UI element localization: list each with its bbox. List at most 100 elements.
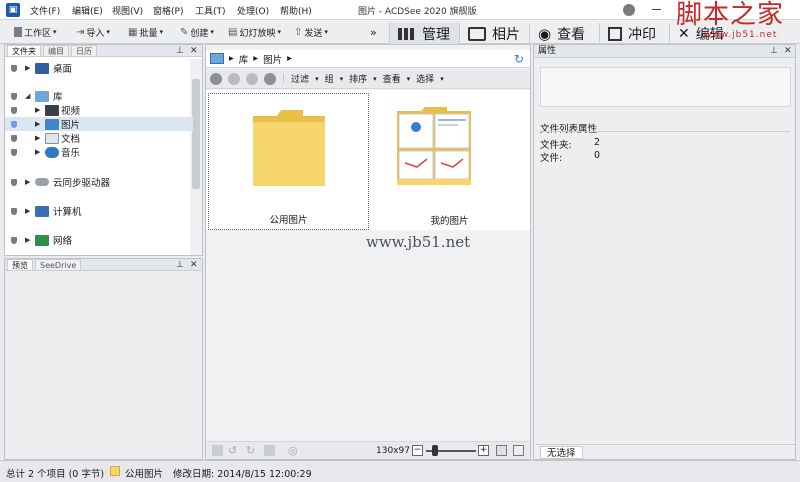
filter-bar: | 过滤 ▾ 组 ▾ 排序 ▾ 查看 ▾ 选择 ▾	[206, 69, 530, 89]
menu-view[interactable]: 视图(V)	[112, 4, 143, 17]
slideshow-button[interactable]: ▤ 幻灯放映 ▾	[228, 25, 281, 39]
zoom-out-icon[interactable]: −	[412, 445, 423, 456]
properties-title: 属性	[538, 46, 557, 56]
menu-process[interactable]: 处理(O)	[237, 4, 269, 17]
back-icon[interactable]	[228, 72, 240, 85]
tab-catalog[interactable]: 编目	[43, 45, 69, 56]
list-view-icon[interactable]	[513, 445, 524, 456]
refresh-icon[interactable]: ↻	[514, 52, 524, 66]
rotate-icon[interactable]	[212, 445, 223, 456]
expand-arrow-icon[interactable]: ▶	[25, 178, 30, 186]
tree-item-network[interactable]: ▶ 网络	[5, 233, 193, 247]
properties-preview-box	[540, 67, 791, 107]
pin-icon[interactable]: ⊥	[176, 46, 184, 56]
image-view-icon[interactable]	[496, 445, 507, 456]
documents-icon	[45, 132, 59, 144]
tab-develop[interactable]: 冲印	[599, 23, 669, 44]
tab-manage[interactable]: 管理	[389, 23, 459, 44]
collapse-arrow-icon[interactable]: ◢	[25, 92, 30, 100]
expand-arrow-icon[interactable]: ▶	[25, 64, 30, 72]
close-icon[interactable]: ✕	[190, 46, 198, 56]
pin-dot-icon	[11, 178, 17, 186]
slideshow-play-icon[interactable]: ◎	[288, 444, 298, 457]
preview-panel-tabs: 预览 SeeDrive	[5, 259, 202, 271]
more-tools-button[interactable]: »	[370, 25, 377, 39]
app-icon[interactable]: ▣	[6, 3, 20, 17]
rotate-right-icon[interactable]: ↻	[246, 444, 255, 457]
minimize-icon[interactable]	[652, 9, 661, 10]
zoom-size-label: 130x97	[376, 446, 410, 456]
user-account-icon[interactable]	[623, 4, 635, 16]
select-menu[interactable]: 选择	[416, 72, 434, 85]
tree-item-computer[interactable]: ▶ 计算机	[5, 204, 193, 218]
compare-icon[interactable]	[264, 445, 275, 456]
pin-icon[interactable]: ⊥	[770, 46, 778, 56]
group-menu[interactable]: 组	[325, 72, 334, 85]
thumbnail-my-pictures[interactable]: 我的图片	[369, 93, 530, 230]
batch-icon: ▦	[128, 26, 138, 38]
menu-edit[interactable]: 编辑(E)	[72, 4, 103, 17]
tree-item-desktop[interactable]: ▶ 桌面	[5, 61, 193, 75]
rotate-left-icon[interactable]: ↺	[228, 444, 237, 457]
thumbnail-public-pictures[interactable]: 公用图片	[208, 93, 369, 230]
send-button[interactable]: ⇧ 发送 ▾	[294, 25, 328, 39]
slideshow-icon: ▤	[228, 26, 238, 38]
expand-arrow-icon[interactable]: ▶	[25, 207, 30, 215]
view-menu[interactable]: 查看	[383, 72, 401, 85]
pin-dot-icon	[11, 207, 17, 215]
menu-pane[interactable]: 窗格(P)	[153, 4, 183, 17]
filter-menu[interactable]: 过滤	[291, 72, 309, 85]
folder-icon	[110, 466, 120, 476]
menu-tools[interactable]: 工具(T)	[195, 4, 226, 17]
sort-menu[interactable]: 排序	[349, 72, 367, 85]
tab-seedrive[interactable]: SeeDrive	[35, 259, 82, 270]
batch-button[interactable]: ▦ 批量 ▾	[128, 25, 163, 39]
create-icon: ✎	[180, 26, 189, 38]
up-icon[interactable]	[264, 72, 276, 85]
pin-icon[interactable]: ⊥	[176, 260, 184, 270]
zoom-in-icon[interactable]: +	[478, 445, 489, 456]
tree-item-documents[interactable]: ▶ 文档	[5, 131, 193, 145]
tree-item-pictures[interactable]: ▶ 图片	[5, 117, 193, 131]
expand-arrow-icon[interactable]: ▶	[35, 134, 40, 142]
tab-preview[interactable]: 预览	[7, 259, 33, 270]
tree-label-computer: 计算机	[53, 207, 82, 218]
tab-no-selection[interactable]: 无选择	[540, 446, 583, 459]
tab-view[interactable]: ◉ 查看	[529, 23, 599, 44]
manage-grid-icon	[398, 27, 416, 40]
eye-icon: ◉	[538, 24, 552, 43]
home-icon[interactable]	[210, 72, 222, 85]
close-icon[interactable]: ✕	[784, 46, 792, 56]
menu-help[interactable]: 帮助(H)	[280, 4, 312, 17]
status-modified: 修改日期: 2014/8/15 12:00:29	[173, 469, 312, 480]
tab-folders[interactable]: 文件夹	[7, 45, 41, 56]
create-button[interactable]: ✎ 创建 ▾	[180, 25, 214, 39]
batch-label: 批量	[139, 28, 158, 39]
status-bar: 总计 2 个项目 (0 字节) 公用图片 修改日期: 2014/8/15 12:…	[0, 460, 800, 482]
workspace-button[interactable]: 工作区 ▾	[14, 25, 57, 39]
forward-icon[interactable]	[246, 72, 258, 85]
menu-file[interactable]: 文件(F)	[30, 4, 60, 17]
close-icon[interactable]: ✕	[190, 260, 198, 270]
tree-item-video[interactable]: ▶ 视频	[5, 103, 193, 117]
breadcrumb-pictures[interactable]: 图片	[263, 52, 282, 66]
tree-item-cloud-drive[interactable]: ▶ 云同步驱动器	[5, 175, 193, 189]
expand-arrow-icon[interactable]: ▶	[35, 106, 40, 114]
expand-arrow-icon[interactable]: ▶	[35, 120, 40, 128]
tree-scroll-thumb[interactable]	[192, 79, 200, 189]
tab-calendar[interactable]: 日历	[71, 45, 97, 56]
breadcrumb-library[interactable]: 库	[239, 52, 249, 66]
breadcrumb-separator-icon: ▸	[253, 53, 259, 64]
pin-dot-icon	[11, 120, 17, 128]
tab-photos[interactable]: 相片	[459, 23, 529, 44]
tree-item-library[interactable]: ◢ 库	[5, 89, 193, 103]
zoom-slider-thumb[interactable]	[432, 445, 438, 456]
prop-file-value: 0	[594, 150, 601, 161]
import-button[interactable]: ⇥ 导入 ▾	[76, 25, 110, 39]
expand-arrow-icon[interactable]: ▶	[35, 148, 40, 156]
folder-with-images-icon	[397, 107, 471, 185]
expand-arrow-icon[interactable]: ▶	[25, 236, 30, 244]
tree-label-music: 音乐	[61, 148, 81, 159]
tree-item-music[interactable]: ▶ 音乐	[5, 145, 193, 159]
breadcrumb: ▸ 库 ▸ 图片 ▸ ↻	[206, 50, 530, 68]
